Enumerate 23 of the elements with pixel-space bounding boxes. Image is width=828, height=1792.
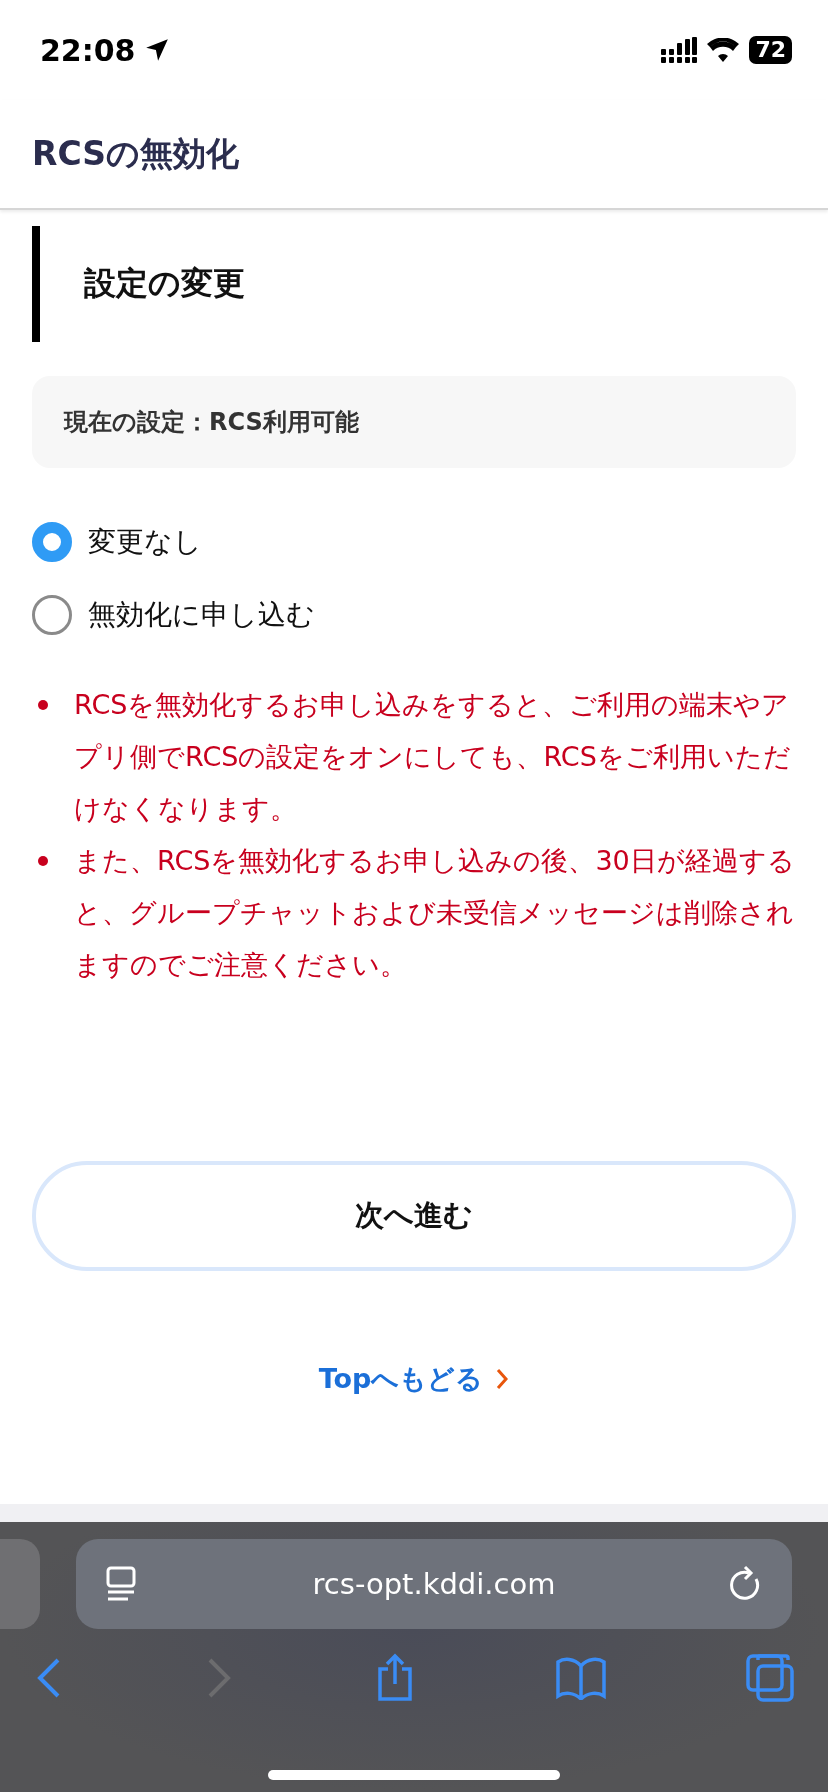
- reader-icon[interactable]: [104, 1564, 138, 1604]
- radio-icon[interactable]: [32, 595, 72, 635]
- bullet-icon: [38, 856, 48, 866]
- bullet-icon: [38, 700, 48, 710]
- address-bar[interactable]: rcs-opt.kddi.com: [76, 1539, 792, 1629]
- chevron-right-icon: [495, 1367, 510, 1391]
- notice-text: また、RCSを無効化するお申し込みの後、30日が経過すると、グループチャットおよび未受信メッセージは削除されますのでご注意ください。: [74, 844, 796, 982]
- battery-level: 72: [749, 36, 792, 64]
- radio-option[interactable]: 変更なし: [32, 522, 796, 562]
- radio-option[interactable]: 無効化に申し込む: [32, 595, 796, 635]
- status-time: 22:08: [40, 32, 136, 68]
- tabs-icon[interactable]: [746, 1654, 794, 1702]
- page-title: RCSの無効化: [32, 132, 239, 175]
- radio-icon[interactable]: [32, 522, 72, 562]
- notice-text: RCSを無効化するお申し込みをすると、ご利用の端末やアプリ側でRCSの設定をオンにしても、RCSをご利用いただけなくなります。: [74, 688, 792, 826]
- top-link[interactable]: Topへもどる: [318, 1361, 510, 1397]
- wifi-icon: [707, 38, 740, 62]
- next-button[interactable]: 次へ進む: [32, 1161, 796, 1271]
- current-setting-panel: 現在の設定：RCS利用可能: [32, 376, 796, 468]
- signal-icon: [661, 37, 698, 63]
- section-heading: 設定の変更: [84, 264, 245, 302]
- book-icon[interactable]: [556, 1656, 606, 1700]
- url-text: rcs-opt.kddi.com: [312, 1567, 556, 1601]
